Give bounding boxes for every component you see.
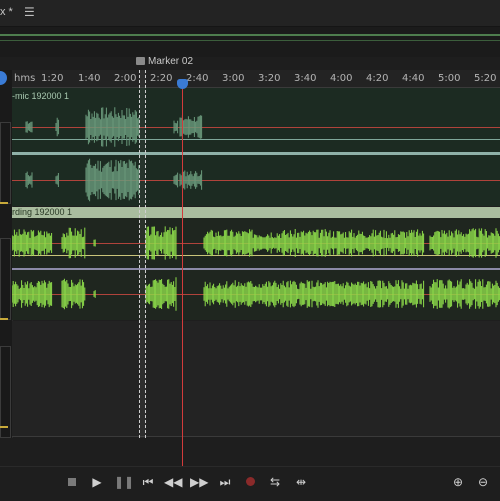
- ruler-tick: 3:20: [258, 73, 281, 84]
- skip-back-icon[interactable]: ⏮: [139, 474, 157, 490]
- track-1-clip-label: -mic 192000 1: [12, 91, 70, 101]
- marker-flag-icon[interactable]: [136, 57, 145, 65]
- ruler-tick: 1:20: [41, 73, 64, 84]
- track-2-clip-header[interactable]: [12, 207, 500, 218]
- track-1-level-accent: [0, 202, 8, 204]
- loop-icon[interactable]: ⇆: [266, 474, 284, 490]
- ruler-tick: 4:20: [366, 73, 389, 84]
- track-2-channel-divider: [12, 268, 500, 270]
- track-2-controls[interactable]: [0, 238, 11, 320]
- ruler-tick: 1:40: [78, 73, 101, 84]
- ruler-tick: 2:20: [150, 73, 173, 84]
- ruler-tick: 2:40: [186, 73, 209, 84]
- time-ruler[interactable]: hms 1:20 1:40 2:00 2:20 2:40 3:00 3:20 3…: [12, 70, 500, 88]
- zoom-out-icon[interactable]: ⊖: [474, 474, 492, 490]
- ruler-tick: 4:40: [402, 73, 425, 84]
- track-1-controls[interactable]: [0, 122, 11, 204]
- track-3-level-accent: [0, 426, 8, 428]
- track-2-level-accent: [0, 318, 8, 320]
- track-1-channel-1-waveform: [25, 107, 203, 147]
- playhead-line[interactable]: [182, 80, 183, 466]
- marker-row: [0, 57, 500, 70]
- ruler-units: hms: [14, 73, 36, 84]
- ruler-tick: 4:00: [330, 73, 353, 84]
- waveform-overview[interactable]: [0, 27, 500, 58]
- fast-forward-icon[interactable]: ▶▶: [190, 474, 208, 490]
- document-tab-title[interactable]: x *: [0, 6, 13, 18]
- ruler-tick: 5:20: [474, 73, 497, 84]
- track-2-channel-2-waveform: [12, 277, 500, 311]
- empty-track-area[interactable]: [12, 321, 500, 437]
- play-icon[interactable]: ▶: [88, 474, 106, 490]
- record-icon[interactable]: [241, 474, 259, 490]
- skip-forward-icon[interactable]: ⏭: [216, 474, 234, 490]
- time-selection-range[interactable]: [139, 70, 146, 438]
- track-2-clip-label: rding 192000 1: [12, 207, 73, 217]
- hamburger-menu-icon[interactable]: ☰: [24, 5, 35, 19]
- ruler-tick: 3:40: [294, 73, 317, 84]
- ruler-tick: 3:00: [222, 73, 245, 84]
- overview-range-line: [0, 40, 500, 41]
- pause-icon[interactable]: ❚❚: [114, 474, 134, 490]
- ruler-tick: 5:00: [438, 73, 461, 84]
- ruler-tick: 2:00: [114, 73, 137, 84]
- skip-selection-icon[interactable]: ⇹: [292, 474, 310, 490]
- rewind-icon[interactable]: ◀◀: [164, 474, 182, 490]
- track-3-controls[interactable]: [0, 346, 11, 438]
- overview-range-bar: [0, 34, 500, 36]
- timeline-bottom-edge: [12, 436, 500, 437]
- track-2-channel-1-waveform: [12, 226, 500, 260]
- title-bar: [0, 0, 500, 27]
- marker-label[interactable]: Marker 02: [148, 56, 193, 67]
- track-1-channel-2-waveform: [25, 158, 203, 202]
- zoom-in-icon[interactable]: ⊕: [449, 474, 467, 490]
- stop-icon[interactable]: [63, 474, 81, 490]
